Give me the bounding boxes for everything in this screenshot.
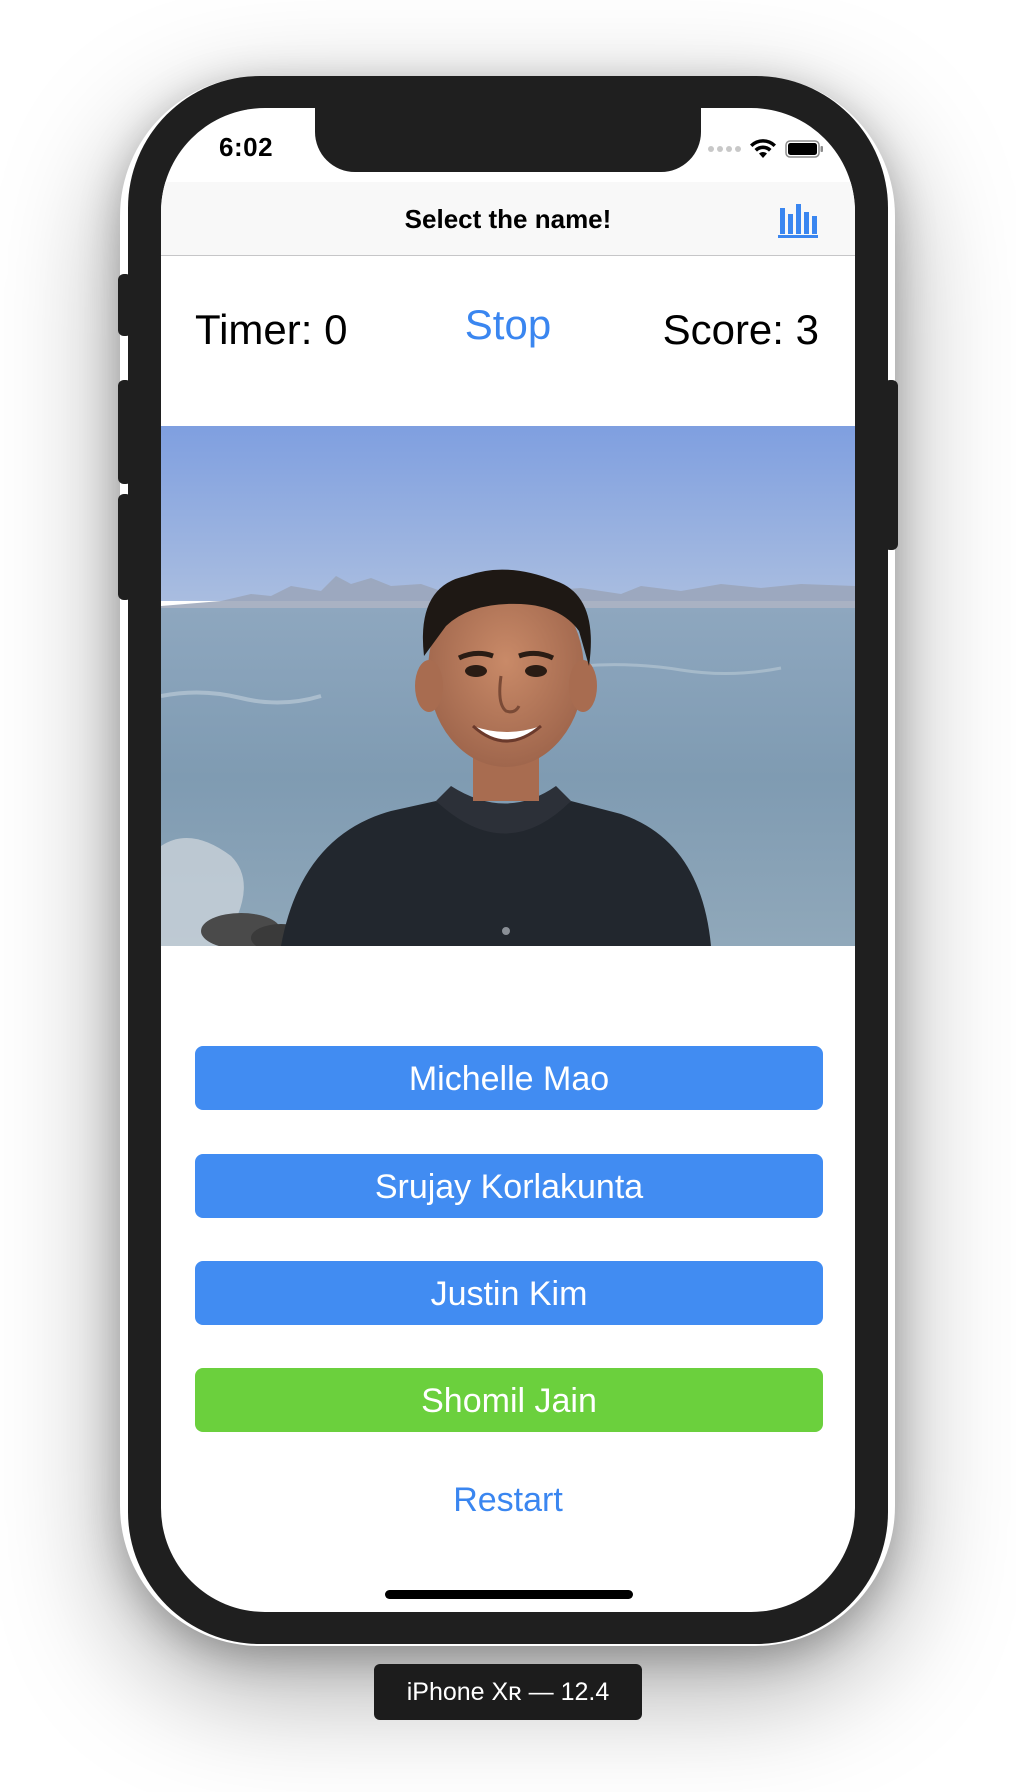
answer-button-justin-kim[interactable]: Justin Kim: [195, 1261, 823, 1325]
answer-button-shomil-jain[interactable]: Shomil Jain: [195, 1368, 823, 1432]
home-indicator: [385, 1590, 633, 1599]
answer-button-michelle-mao[interactable]: Michelle Mao: [195, 1046, 823, 1110]
bar-chart-icon[interactable]: [777, 200, 819, 240]
battery-icon: [785, 140, 823, 158]
status-time: 6:02: [219, 132, 274, 162]
restart-button[interactable]: Restart: [408, 1480, 608, 1521]
answer-button-srujay-korlakunta[interactable]: Srujay Korlakunta: [195, 1154, 823, 1218]
score-label: Score: 3: [662, 306, 819, 353]
notch: [315, 108, 701, 172]
app-screen: 6:02 Select the name! Timer: 0 Stop Scor…: [161, 108, 855, 1612]
nav-title: Select the name!: [404, 204, 612, 234]
cellular-signal-icon: [708, 146, 741, 152]
stop-button[interactable]: Stop: [428, 300, 588, 350]
portrait-photo: [161, 426, 855, 946]
device-label: iPhone Xʀ — 12.4: [374, 1664, 642, 1720]
timer-label: Timer: 0: [195, 306, 348, 353]
wifi-icon: [750, 139, 776, 158]
navigation-bar: Select the name!: [161, 182, 855, 256]
portrait-photo-illustration: [161, 426, 855, 946]
status-icons: [708, 138, 825, 160]
